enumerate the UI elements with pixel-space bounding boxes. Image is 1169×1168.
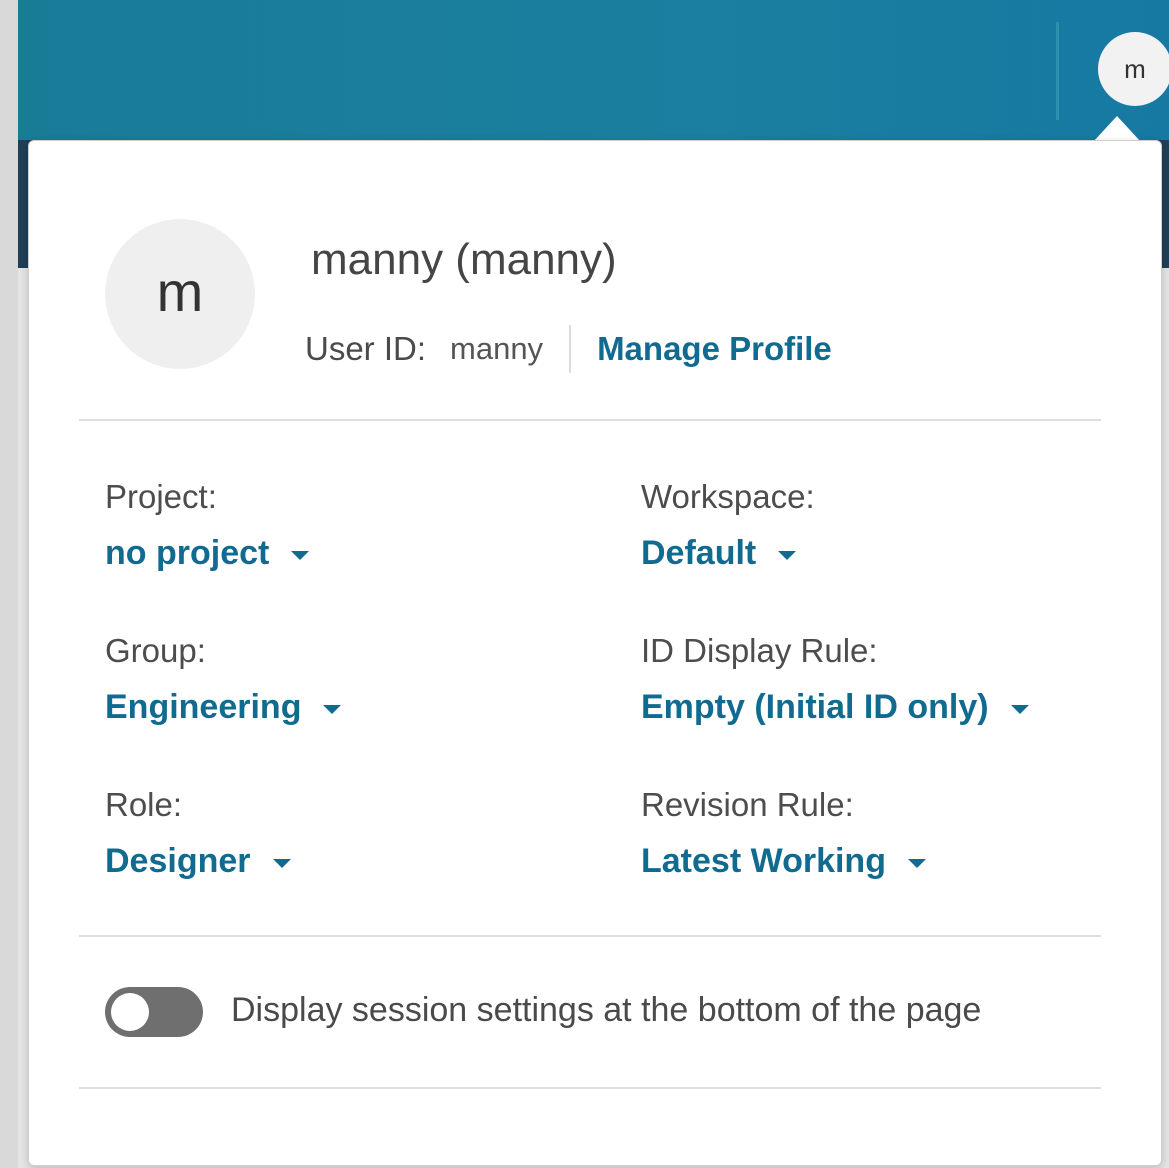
workspace-value: Default [641, 534, 757, 572]
role-field: Role: Designer [105, 783, 605, 883]
workspace-label: Workspace: [641, 478, 815, 515]
revision-rule-field: Revision Rule: Latest Working [641, 783, 1141, 883]
caret-down-icon [291, 550, 310, 560]
project-label: Project: [105, 478, 217, 515]
project-field: Project: no project [105, 475, 605, 575]
header-user-avatar-button[interactable]: m [1098, 32, 1169, 106]
divider-top [79, 419, 1101, 421]
user-id-value: manny [450, 331, 544, 366]
role-dropdown[interactable]: Designer [105, 839, 291, 883]
group-dropdown[interactable]: Engineering [105, 685, 342, 729]
divider-bottom [79, 1087, 1101, 1089]
role-label: Role: [105, 786, 183, 823]
id-display-rule-value: Empty (Initial ID only) [641, 688, 989, 726]
revision-rule-label: Revision Rule: [641, 786, 854, 823]
revision-rule-value: Latest Working [641, 842, 886, 880]
profile-avatar: m [105, 219, 255, 369]
id-display-rule-dropdown[interactable]: Empty (Initial ID only) [641, 685, 1029, 729]
manage-profile-link[interactable]: Manage Profile [597, 330, 832, 368]
popover-arrow [1093, 116, 1141, 142]
top-bar-divider [1056, 22, 1059, 120]
group-value: Engineering [105, 688, 302, 726]
top-bar: m [18, 0, 1169, 140]
role-value: Designer [105, 842, 251, 880]
caret-down-icon [323, 704, 342, 714]
profile-display-name: manny (manny) [311, 235, 617, 284]
display-bottom-toggle-label: Display session settings at the bottom o… [231, 991, 982, 1029]
user-id-separator [569, 325, 572, 373]
caret-down-icon [1010, 704, 1029, 714]
group-label: Group: [105, 632, 206, 669]
caret-down-icon [778, 550, 797, 560]
group-field: Group: Engineering [105, 629, 605, 729]
caret-down-icon [907, 858, 926, 868]
id-display-rule-label: ID Display Rule: [641, 632, 878, 669]
workspace-field: Workspace: Default [641, 475, 1141, 575]
id-display-rule-field: ID Display Rule: Empty (Initial ID only) [641, 629, 1141, 729]
project-dropdown[interactable]: no project [105, 531, 310, 575]
revision-rule-dropdown[interactable]: Latest Working [641, 839, 926, 883]
user-session-popover: m manny (manny) User ID: manny Manage Pr… [28, 140, 1162, 1166]
toggle-knob [111, 993, 149, 1031]
caret-down-icon [272, 858, 291, 868]
user-id-label: User ID: [305, 330, 427, 367]
user-id-row: User ID: manny Manage Profile [305, 325, 832, 373]
display-bottom-toggle[interactable] [105, 987, 203, 1037]
project-value: no project [105, 534, 270, 572]
workspace-dropdown[interactable]: Default [641, 531, 797, 575]
divider-middle [79, 935, 1101, 937]
